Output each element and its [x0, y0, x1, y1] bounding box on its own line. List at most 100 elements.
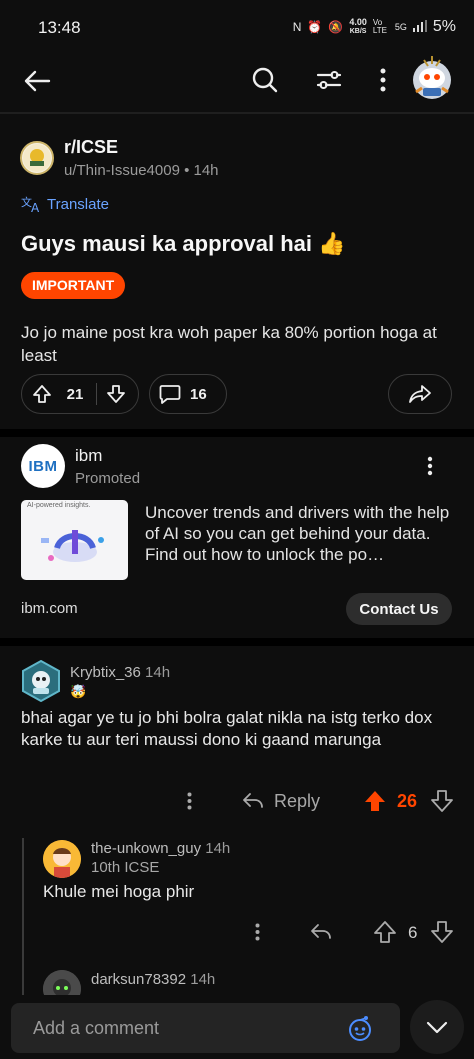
share-button[interactable] [388, 374, 452, 414]
translate-button[interactable]: 文 A Translate [21, 195, 109, 213]
comment-downvote-button[interactable] [429, 788, 455, 814]
overflow-menu-button[interactable] [368, 63, 398, 97]
divider [0, 112, 474, 114]
snoo-face-icon [349, 1016, 371, 1041]
net-speed: 4.00 KB/S [349, 18, 367, 36]
comment-overflow-button[interactable] [180, 788, 198, 814]
contact-us-button[interactable]: Contact Us [346, 593, 452, 625]
more-vertical-icon [380, 68, 386, 92]
avatar-emoji-button[interactable] [345, 1013, 375, 1043]
downvote-arrow-icon [431, 921, 453, 943]
translate-label: Translate [47, 195, 109, 213]
comment-bubble-icon [159, 385, 181, 404]
comment-upvote-button[interactable] [362, 788, 388, 814]
comment-author[interactable]: darksun78392 [91, 971, 186, 988]
user-avatar[interactable] [410, 54, 454, 100]
ad-overflow-button[interactable] [418, 452, 442, 480]
section-divider [0, 638, 474, 646]
comment-actions: Reply 26 [0, 786, 474, 816]
user-flair: 10th ICSE [91, 859, 160, 876]
comment-author[interactable]: Krybtix_36 [70, 664, 141, 681]
ad-illustration [41, 530, 104, 562]
comment-time: 14h [205, 840, 231, 857]
reply-arrow-icon [311, 924, 331, 939]
user-avatar-icon [22, 659, 60, 703]
snoo-avatar-icon [413, 56, 451, 99]
upvote-button[interactable] [22, 375, 62, 413]
chevron-down-icon [426, 1021, 448, 1034]
share-arrow-icon [409, 385, 431, 403]
downvote-button[interactable] [97, 375, 135, 413]
comment-composer[interactable]: Add a comment [11, 1003, 400, 1053]
comment-author-line: Krybtix_36 14h [70, 664, 170, 681]
comment-overflow-button[interactable] [248, 919, 266, 945]
post-meta: u/Thin-Issue4009 • 14h [64, 162, 219, 179]
back-button[interactable] [20, 64, 54, 98]
downvote-arrow-icon [431, 790, 453, 812]
comment-body: Khule mei hoga phir [43, 882, 195, 901]
vote-control: 21 [21, 374, 139, 414]
subreddit-logo-icon [23, 144, 51, 172]
net-speed-unit: KB/S [349, 28, 367, 35]
net-speed-value: 4.00 [349, 17, 367, 27]
upvote-count: 21 [66, 385, 84, 403]
volte-label: Vo LTE [372, 18, 387, 35]
comments-button[interactable]: 16 [149, 374, 227, 414]
comment-actions: 6 [0, 918, 474, 946]
subreddit-avatar[interactable] [20, 141, 54, 175]
comment-score: 6 [408, 923, 418, 942]
comment-time: 14h [190, 971, 216, 988]
subreddit-name[interactable]: r/ICSE [64, 137, 118, 158]
more-vertical-icon [187, 792, 191, 810]
post-time: 14h [193, 162, 219, 179]
section-divider [0, 429, 474, 437]
back-arrow-icon [24, 70, 51, 92]
reply-button[interactable]: Reply [242, 788, 320, 814]
ad-domain[interactable]: ibm.com [21, 600, 78, 617]
nfc-icon: N [292, 20, 302, 34]
filter-sliders-icon [316, 71, 342, 89]
comment-author-line: darksun78392 14h [91, 971, 215, 988]
status-icons: N ⏰ 🔕 4.00 KB/S Vo LTE 5G 5% [293, 18, 456, 36]
status-time: 13:48 [38, 18, 81, 37]
user-flair: 🤯 [70, 684, 87, 699]
comment-count: 16 [190, 385, 207, 403]
post-author[interactable]: u/Thin-Issue4009 [64, 162, 180, 179]
svg-text:A: A [31, 201, 40, 213]
battery-level: 5% [432, 18, 456, 35]
post-flair[interactable]: IMPORTANT [21, 272, 126, 299]
search-icon [252, 67, 278, 93]
mute-icon: 🔕 [328, 20, 344, 34]
user-avatar-icon [43, 840, 81, 878]
translate-icon: 文 A [21, 195, 40, 213]
comment-avatar[interactable] [20, 659, 62, 703]
signal-icon [412, 19, 427, 35]
more-vertical-icon [255, 923, 259, 941]
downvote-arrow-icon [107, 385, 125, 403]
upvote-filled-icon [365, 791, 385, 811]
network-type: 5G [394, 22, 407, 32]
ad-text[interactable]: Uncover trends and drivers with the help… [145, 502, 453, 565]
reply-label: Reply [274, 790, 321, 811]
more-vertical-icon [427, 456, 433, 476]
upvote-arrow-icon [33, 385, 51, 403]
advertiser-logo[interactable]: IBM [21, 444, 65, 488]
upvote-arrow-icon [374, 921, 396, 943]
advertiser-name[interactable]: ibm [75, 446, 102, 466]
comment-upvote-button[interactable] [372, 919, 398, 945]
comment-score: 26 [397, 791, 418, 811]
comment-author[interactable]: the-unkown_guy [91, 840, 201, 857]
composer-placeholder: Add a comment [33, 1018, 160, 1038]
meta-separator: • [184, 162, 194, 179]
comment-icon-wrap [150, 375, 190, 413]
comment-downvote-button[interactable] [429, 919, 455, 945]
search-button[interactable] [248, 63, 282, 97]
post-body: Jo jo maine post kra woh paper ka 80% po… [21, 323, 437, 365]
comment-avatar[interactable] [43, 840, 81, 878]
comment-body: bhai agar ye tu jo bhi bolra galat nikla… [21, 708, 433, 749]
comment-author-line: the-unkown_guy 14h [91, 840, 230, 857]
next-comment-button[interactable] [410, 1000, 464, 1054]
sort-filter-button[interactable] [312, 63, 346, 97]
ad-thumbnail[interactable]: AI-powered insights. [21, 500, 128, 580]
reply-button[interactable] [308, 919, 334, 945]
